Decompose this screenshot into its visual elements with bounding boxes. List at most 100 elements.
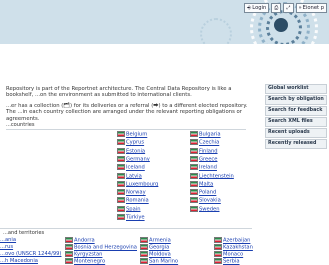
collection-icon — [117, 147, 125, 154]
collection-icon — [117, 205, 125, 212]
country-link[interactable]: Monaco — [214, 251, 243, 258]
collection-icon — [65, 237, 73, 243]
country-link[interactable]: Montenegro — [65, 258, 105, 265]
fullscreen-icon: ⤢ — [286, 5, 291, 11]
collection-icon — [190, 131, 198, 137]
country-link[interactable]: Germany — [117, 155, 150, 163]
country-name: Andorra — [74, 237, 95, 244]
country-link[interactable]: Cyprus — [117, 139, 144, 146]
country-name: Greece — [199, 156, 218, 163]
country-name: Germany — [126, 156, 150, 163]
country-name: Kazakhstan — [223, 244, 253, 251]
country-link[interactable]: Belgium — [117, 131, 147, 138]
intro-paragraph: Repository is part of the Reportnet arch… — [6, 86, 232, 99]
collection-icon — [214, 258, 222, 264]
arrow-icon: » — [298, 5, 302, 11]
country-name: Estonia — [126, 148, 146, 155]
intro-paragraph: ...er has a collection (🗂) for its deliv… — [6, 102, 248, 122]
country-name: San Marino — [149, 258, 179, 265]
country-link[interactable]: San Marino — [140, 258, 178, 265]
country-link[interactable]: Finland — [190, 147, 218, 154]
country-link[interactable]: Andorra — [65, 237, 95, 244]
country-name: Liechtenstein — [199, 173, 234, 179]
sidebar-item-search-by-obligation[interactable]: Search by obligation — [265, 95, 327, 105]
country-link[interactable]: Serbia — [214, 258, 240, 265]
country-link[interactable]: Bulgaria — [190, 131, 221, 138]
country-name: Poland — [199, 189, 217, 196]
country-name: Romania — [126, 197, 149, 204]
fullscreen-button[interactable]: ⤢ — [283, 3, 294, 13]
section-heading: ...and territories — [3, 230, 45, 236]
collection-icon — [140, 251, 148, 257]
country-name: Armenia — [149, 237, 171, 244]
country-name: ...ania — [0, 237, 17, 243]
country-link[interactable]: Azerbaijan — [214, 237, 250, 244]
country-link[interactable]: Luxembourg — [117, 180, 159, 188]
country-name: Luxembourg — [126, 181, 159, 188]
sidebar-item-search-xml-files[interactable]: Search XML files — [265, 117, 327, 127]
country-name: Moldova — [149, 251, 171, 258]
sidebar-item-global-worklist[interactable]: Global worklist — [265, 84, 327, 94]
divider — [0, 228, 252, 229]
country-link[interactable]: Malta — [190, 180, 213, 187]
print-button[interactable]: ⎙ — [271, 3, 282, 13]
country-name: Monaco — [223, 251, 244, 258]
sidebar-item-recently-released[interactable]: Recently released — [265, 139, 327, 149]
country-name: Bosnia and Herzegovina — [74, 244, 137, 251]
collection-icon — [140, 258, 148, 264]
country-link[interactable]: ...ania — [0, 237, 16, 243]
country-link[interactable]: ...ovo (UNSCR 1244/99) — [0, 251, 61, 257]
country-name: Bulgaria — [199, 131, 221, 138]
country-link[interactable]: Czechia — [190, 139, 219, 146]
collection-icon — [117, 214, 125, 220]
country-link[interactable]: Liechtenstein — [190, 172, 234, 179]
sidebar-item-search-for-feedback[interactable]: Search for feedback — [265, 106, 327, 116]
country-link[interactable]: Norway — [117, 189, 146, 196]
country-link[interactable]: Greece — [190, 155, 218, 163]
collection-icon — [190, 164, 198, 171]
section-heading: ...countries — [6, 122, 35, 128]
country-name: Czechia — [199, 139, 220, 146]
country-link[interactable]: Romania — [117, 197, 149, 204]
collection-icon — [117, 172, 125, 179]
country-link[interactable]: Slovakia — [190, 197, 221, 204]
country-name: Cyprus — [126, 139, 145, 146]
country-name: Iceland — [126, 164, 145, 171]
print-icon: ⎙ — [274, 5, 279, 11]
country-name: Kyrgyzstan — [74, 251, 103, 258]
country-name: Ireland — [199, 164, 217, 171]
eionet-portal-button[interactable]: »Eionet p — [295, 3, 327, 13]
collection-icon — [190, 180, 198, 187]
country-link[interactable]: Poland — [190, 189, 216, 196]
collection-icon — [214, 237, 222, 243]
country-name: ...h Macedonia — [0, 258, 38, 264]
country-link[interactable]: Kyrgyzstan — [65, 251, 102, 258]
divider — [6, 129, 246, 130]
decorative-circles-icon — [274, 18, 288, 32]
country-name: Latvia — [126, 173, 142, 179]
country-link[interactable]: Armenia — [140, 237, 171, 244]
country-name: ...ovo (UNSCR 1244/99) — [0, 251, 62, 257]
country-link[interactable]: Moldova — [140, 251, 171, 258]
country-link[interactable]: Türkiye — [117, 214, 145, 221]
header-banner: ⎆Login ⎙ ⤢ »Eionet p — [0, 0, 329, 44]
country-link[interactable]: Ireland — [190, 164, 217, 171]
intro-text: Repository is part of the Reportnet arch… — [6, 86, 252, 126]
country-name: Azerbaijan — [223, 237, 251, 244]
country-name: Belgium — [126, 131, 148, 138]
collection-icon — [117, 180, 125, 187]
country-name: Slovakia — [199, 197, 221, 204]
collection-icon — [190, 189, 198, 196]
login-icon: ⎆ — [247, 5, 252, 11]
country-link[interactable]: Latvia — [117, 172, 142, 179]
country-link[interactable]: Sweden — [190, 205, 220, 212]
login-button[interactable]: ⎆Login — [244, 3, 270, 13]
collection-icon — [140, 237, 148, 243]
collection-icon — [190, 172, 198, 179]
country-link[interactable]: Iceland — [117, 164, 145, 171]
country-link[interactable]: Estonia — [117, 147, 146, 155]
country-link[interactable]: ...h Macedonia — [0, 258, 38, 264]
country-link[interactable]: Spain — [117, 205, 141, 212]
sidebar-item-recent-uploads[interactable]: Recent uploads — [265, 128, 327, 138]
collection-icon — [117, 155, 125, 162]
